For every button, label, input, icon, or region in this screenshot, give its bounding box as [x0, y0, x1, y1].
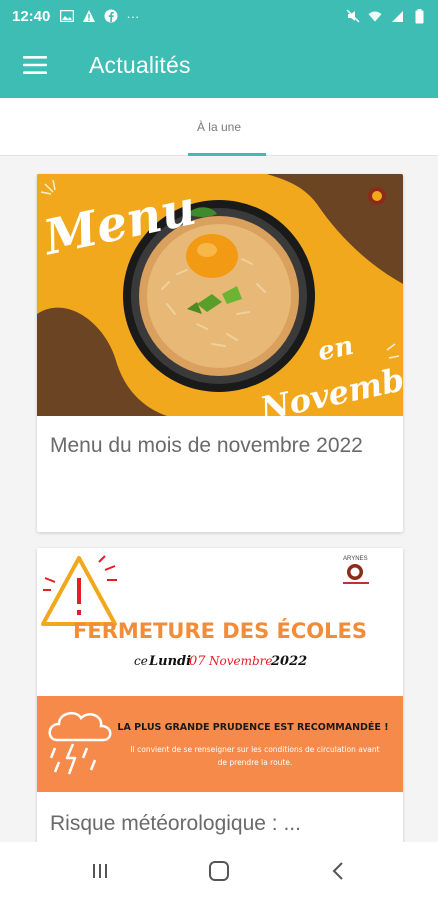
- app-bar: Actualités: [0, 32, 438, 98]
- system-nav-bar: [0, 842, 438, 900]
- warning-icon: [82, 9, 96, 23]
- article-title: Menu du mois de novembre 2022: [50, 434, 363, 457]
- date-prefix-text: ce: [134, 654, 148, 668]
- tab-label: À la une: [196, 120, 242, 134]
- status-bar: 12:40 ···: [0, 0, 438, 32]
- headline-text: FERMETURE DES ÉCOLES: [73, 618, 367, 643]
- mute-icon: [346, 9, 360, 23]
- article-title: Risque météorologique : ...: [50, 812, 301, 835]
- back-icon: [332, 862, 344, 880]
- logo-text: ARYNES: [343, 556, 368, 562]
- hamburger-icon: [23, 56, 47, 74]
- news-feed[interactable]: Menu en Novembre Menu du mois de novembr…: [0, 156, 438, 842]
- date-year-text: 2022: [270, 654, 307, 669]
- article-image-weather: ARYNES FERMETURE DES ÉCOLES ce Lundi 07 …: [37, 548, 403, 792]
- date-month-text: Novembre: [208, 654, 273, 668]
- article-image-menu: Menu en Novembre: [37, 174, 403, 416]
- recent-apps-icon: [92, 864, 107, 878]
- home-icon: [208, 861, 229, 881]
- warning-body-text: Il convient de se renseigner sur les con…: [130, 745, 380, 767]
- date-number-text: 07: [189, 654, 206, 669]
- more-icon: ···: [126, 8, 140, 24]
- status-left-icons: ···: [60, 9, 139, 24]
- signal-icon: [390, 9, 404, 23]
- battery-icon: [412, 8, 426, 23]
- recent-apps-button[interactable]: [70, 842, 130, 900]
- menu-button[interactable]: [0, 32, 70, 98]
- image-icon: [60, 9, 75, 23]
- status-right-icons: [346, 8, 426, 23]
- warning-title-text: LA PLUS GRANDE PRUDENCE EST RECOMMANDÉE …: [117, 721, 388, 733]
- wifi-icon: [368, 9, 382, 23]
- date-day-text: Lundi: [148, 654, 191, 669]
- news-card[interactable]: Menu en Novembre Menu du mois de novembr…: [37, 174, 403, 532]
- page-title: Actualités: [89, 51, 191, 78]
- status-time: 12:40: [12, 7, 51, 25]
- news-card[interactable]: ARYNES FERMETURE DES ÉCOLES ce Lundi 07 …: [37, 548, 403, 842]
- back-button[interactable]: [308, 842, 368, 900]
- tab-bar: À la une: [0, 98, 438, 156]
- facebook-icon: [104, 9, 118, 23]
- tab-a-la-une[interactable]: À la une: [159, 98, 279, 156]
- home-button[interactable]: [189, 842, 249, 900]
